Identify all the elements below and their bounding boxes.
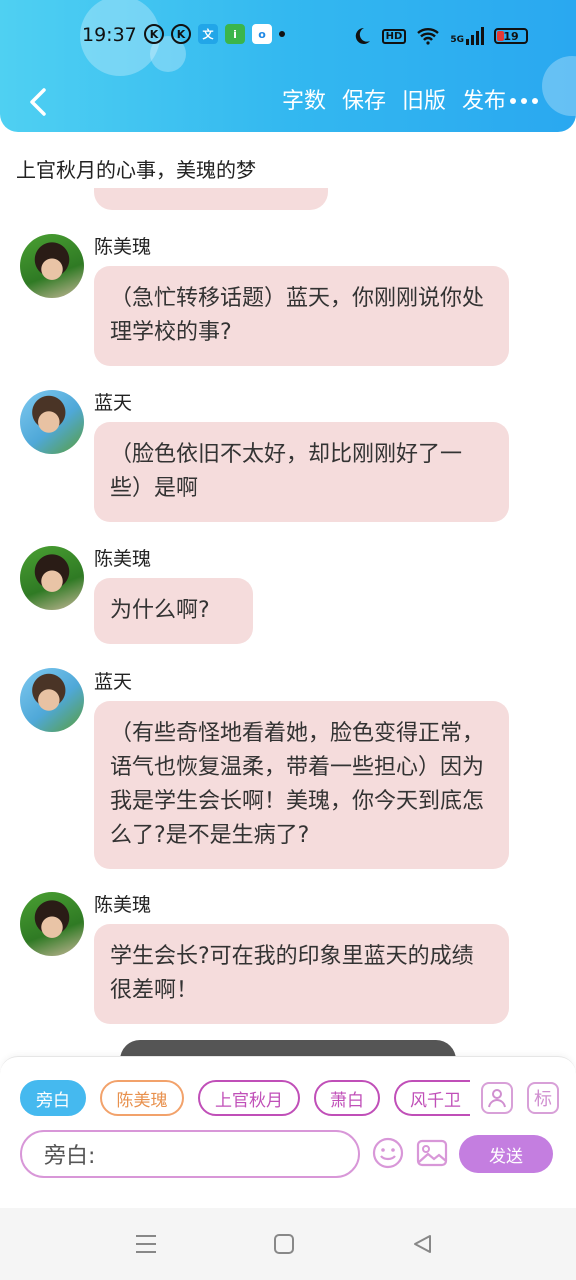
menu-nav-button[interactable]: [132, 1230, 160, 1258]
character-chip[interactable]: 上官秋月: [198, 1080, 300, 1116]
sender-name: 蓝天: [94, 671, 133, 693]
status-bar: 19:37 K K 文 i o HD 5G 19: [0, 0, 576, 74]
previous-message-bubble: [94, 188, 328, 210]
character-selector: 旁白 陈美瑰 上官秋月 萧白 风千卫: [20, 1080, 470, 1116]
tag-button[interactable]: 标: [527, 1082, 559, 1114]
more-options-button[interactable]: [510, 98, 538, 104]
avatar[interactable]: [20, 234, 84, 298]
image-button[interactable]: [415, 1136, 449, 1170]
top-header: 19:37 K K 文 i o HD 5G 19 字数 保存 旧版 发布: [0, 0, 576, 132]
home-nav-button[interactable]: [270, 1230, 298, 1258]
character-chip[interactable]: 萧白: [314, 1080, 380, 1116]
avatar[interactable]: [20, 390, 84, 454]
system-nav-bar: [0, 1208, 576, 1280]
message-bubble[interactable]: 学生会长?可在我的印象里蓝天的成绩很差啊！: [94, 924, 509, 1024]
moon-icon: [355, 27, 370, 44]
status-indicators: HD 5G 19: [352, 26, 528, 46]
more-notifications-dot: [279, 31, 285, 37]
battery-icon: 19: [494, 28, 528, 44]
hd-icon: HD: [381, 28, 407, 44]
message-input[interactable]: 旁白:: [20, 1130, 360, 1178]
message-bubble[interactable]: （有些奇怪地看着她，脸色变得正常，语气也恢复温柔，带着一些担心）因为我是学生会长…: [94, 701, 509, 869]
blue-app-icon: o: [252, 24, 272, 44]
send-button[interactable]: 发送: [459, 1135, 553, 1173]
character-chip-narrator[interactable]: 旁白: [20, 1080, 86, 1116]
emoji-button[interactable]: [371, 1136, 405, 1170]
back-triangle-icon: [414, 1235, 431, 1253]
character-chip[interactable]: 陈美瑰: [100, 1080, 184, 1116]
avatar[interactable]: [20, 546, 84, 610]
image-icon: [416, 1139, 448, 1167]
message-bubble[interactable]: （急忙转移话题）蓝天，你刚刚说你处理学校的事?: [94, 266, 509, 366]
signal-icon: 5G: [450, 27, 484, 45]
status-app-icons: K K 文 i o: [144, 24, 285, 44]
wifi-icon: [417, 28, 440, 45]
person-icon: [488, 1089, 506, 1108]
avatar[interactable]: [20, 892, 84, 956]
sender-name: 陈美瑰: [94, 894, 152, 916]
old-version-button[interactable]: 旧版: [402, 84, 446, 120]
publish-button[interactable]: 发布: [462, 84, 506, 120]
character-manage-button[interactable]: [481, 1082, 513, 1114]
chevron-left-icon: [30, 88, 46, 116]
sender-name: 陈美瑰: [94, 236, 152, 258]
sender-name: 陈美瑰: [94, 548, 152, 570]
home-square-icon: [274, 1234, 294, 1254]
header-menu: 字数 保存 旧版 发布: [282, 84, 506, 120]
menu-icon: [136, 1235, 156, 1253]
smiley-icon: [372, 1137, 404, 1169]
green-app-icon: i: [225, 24, 245, 44]
save-button[interactable]: 保存: [342, 84, 386, 120]
word-count-button[interactable]: 字数: [282, 84, 326, 120]
message-bubble[interactable]: 为什么啊?: [94, 578, 253, 644]
translate-app-icon: 文: [198, 24, 218, 44]
character-chip[interactable]: 风千卫: [394, 1080, 470, 1116]
k-app-icon: K: [171, 24, 191, 44]
k-app-icon: K: [144, 24, 164, 44]
back-button[interactable]: [20, 84, 56, 120]
sender-name: 蓝天: [94, 392, 133, 414]
message-bubble[interactable]: （脸色依旧不太好，却比刚刚好了一些）是啊: [94, 422, 509, 522]
avatar[interactable]: [20, 668, 84, 732]
status-time: 19:37: [82, 24, 137, 46]
story-title: 上官秋月的心事，美瑰的梦: [16, 158, 256, 182]
back-nav-button[interactable]: [408, 1230, 436, 1258]
